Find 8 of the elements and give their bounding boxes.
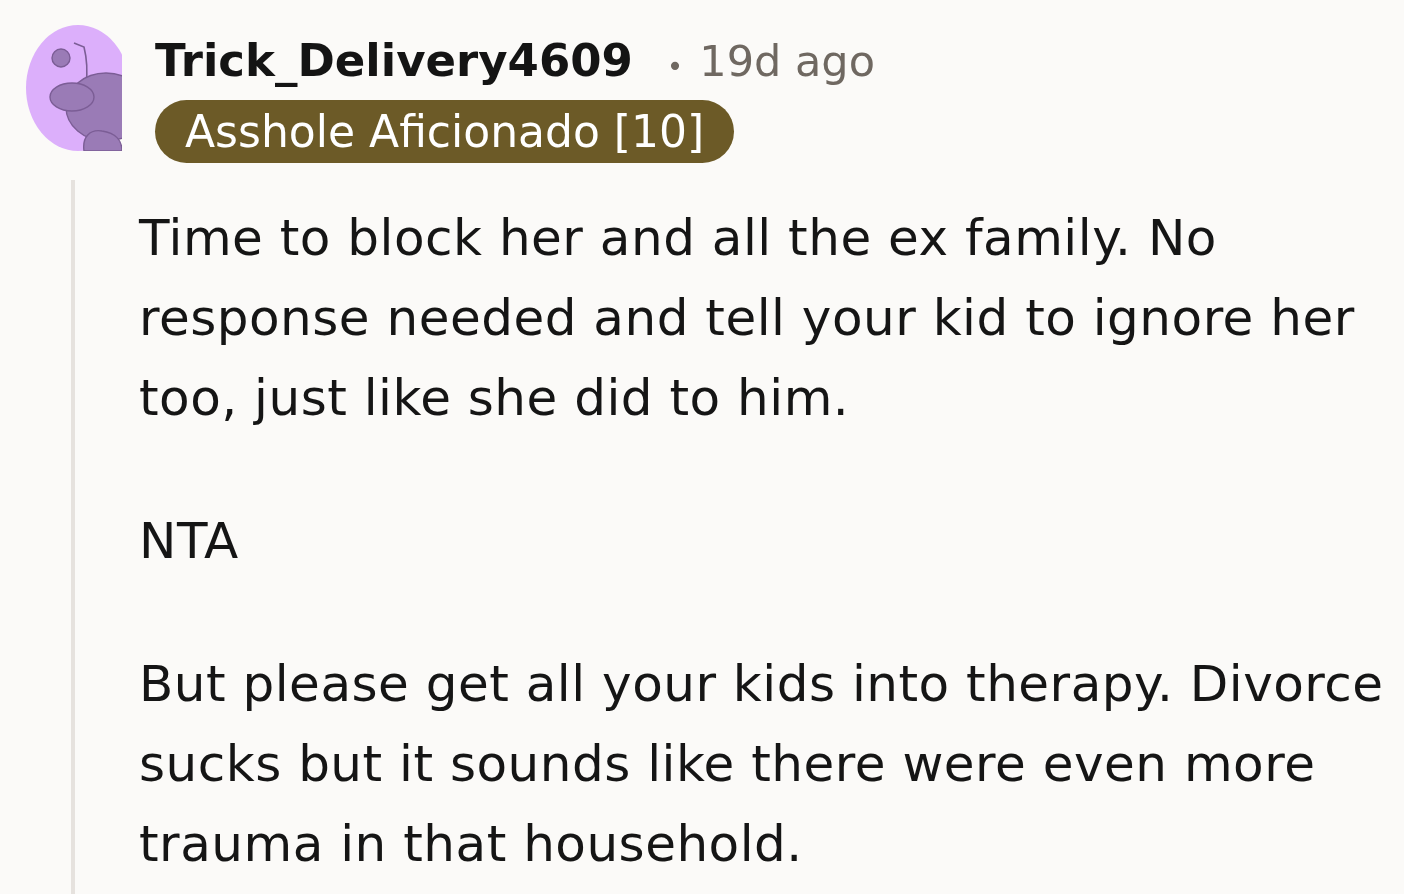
user-flair: Asshole Aficionado [10] [155,100,735,163]
comment-paragraph: Time to block her and all the ex family. No response needed and tell your kid to ignore her too, just like she did to him. [139,208,1356,429]
comment-paragraph: But please get all your kids into therapy. Divorce sucks but it sounds like there were even more trauma in that household. [139,654,1385,875]
avatar-icon[interactable] [26,25,122,151]
timestamp: 19d ago [699,36,875,86]
separator-dot: • [666,50,684,83]
comment-paragraph: NTA [139,511,240,572]
username-link[interactable]: Trick_Delivery4609 [155,22,633,100]
